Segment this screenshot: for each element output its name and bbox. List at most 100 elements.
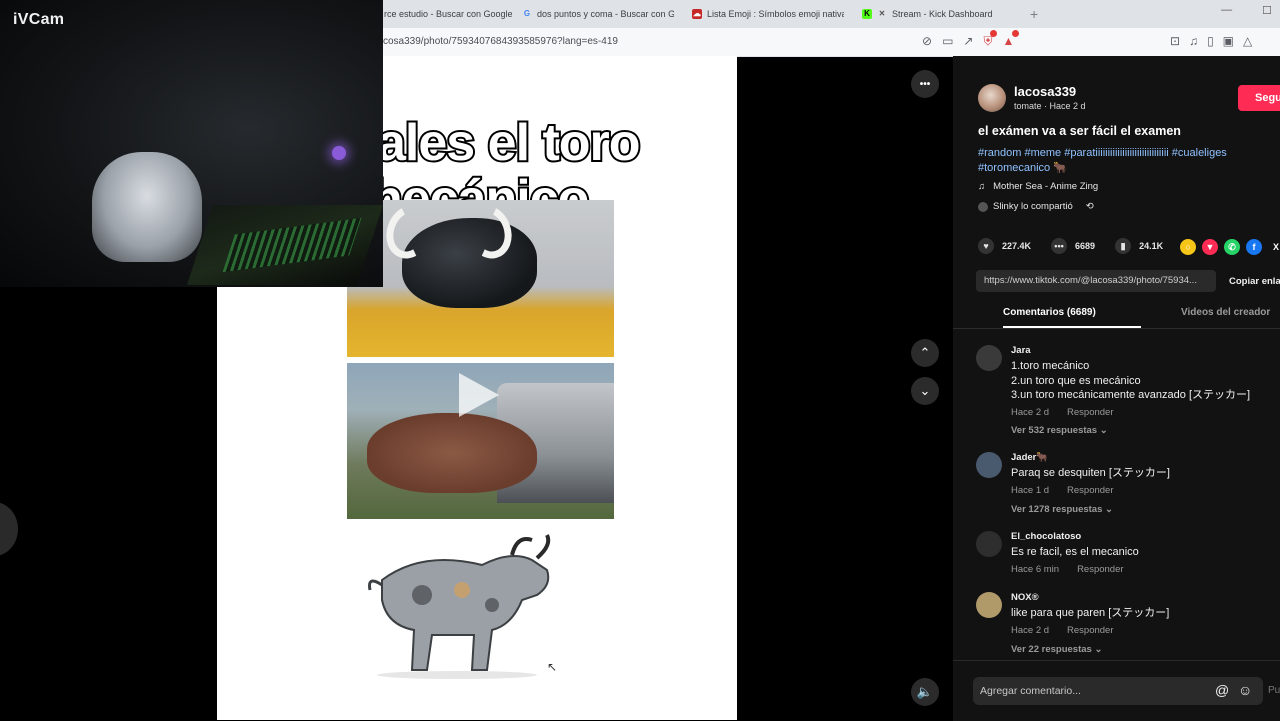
active-tab-indicator [1003, 326, 1141, 328]
comment-author[interactable]: Jader🐂 [1011, 452, 1048, 463]
reply-button[interactable]: Responder [1067, 407, 1113, 418]
tab-2-label: dos puntos y coma - Buscar con Goo [537, 9, 674, 19]
mouse-cursor-icon: ↖ [547, 660, 558, 674]
engagement-stats: ♥ 227.4K ••• 6689 ▮ 24.1K [978, 238, 1163, 254]
share-icons: ○ ▼ ✆ f X [1180, 239, 1280, 255]
comment-time: Hace 6 min [1011, 564, 1060, 575]
extensions-icon[interactable]: ⊡ [1170, 34, 1180, 48]
like-icon[interactable]: ♥ [978, 238, 994, 254]
nav-down-button[interactable]: ⌄ [911, 377, 939, 405]
address-bar-icons: ⊘ ▭ ↗ ⛨ ▲ [922, 30, 1020, 49]
view-replies-button[interactable]: Ver 532 respuestas ⌄ [1011, 425, 1108, 436]
post-hashtags[interactable]: #random #meme #paratiiiiiiiiiiiiiiiiiiii… [978, 146, 1268, 176]
comment-author[interactable]: NOX® [1011, 592, 1039, 603]
browser-tab-4[interactable]: K ✕ Stream - Kick Dashboard [862, 4, 1022, 24]
x-icon[interactable]: X [1268, 239, 1280, 255]
embed-share-icon[interactable]: ○ [1180, 239, 1196, 255]
no-tracking-icon[interactable]: ⊘ [922, 34, 932, 49]
tab-creator-videos[interactable]: Videos del creador [1181, 307, 1270, 318]
facebook-icon[interactable]: f [1246, 239, 1262, 255]
browser-tab-3[interactable]: ☁ Lista Emoji : Símbolos emoji nativas c [692, 4, 844, 24]
mechanical-bull-photo [347, 200, 614, 357]
view-replies-button[interactable]: Ver 1278 respuestas ⌄ [1011, 504, 1113, 515]
minimize-icon[interactable]: — [1221, 4, 1232, 17]
music-icon[interactable]: ♫ [1189, 34, 1198, 48]
mute-icon: ✕ [878, 9, 886, 18]
tab-4-label: Stream - Kick Dashboard [892, 9, 993, 19]
volume-button[interactable]: 🔈 [911, 678, 939, 706]
like-count: 227.4K [1002, 241, 1032, 251]
comment-time: Hace 1 d [1011, 485, 1050, 496]
comment-meta: Hace 1 d Responder [1011, 485, 1114, 496]
view-replies-button[interactable]: Ver 22 respuestas ⌄ [1011, 644, 1102, 655]
shared-by-text: Slinky lo compartió [993, 201, 1073, 212]
webcam-overlay: iVCam [0, 0, 383, 287]
repost-icon: ⟲ [1085, 201, 1094, 212]
cast-icon[interactable]: ▭ [942, 34, 953, 49]
tab-1-label: rce estudio - Buscar con Google [384, 9, 512, 19]
share-icon[interactable]: ↗ [963, 34, 973, 49]
google-icon: G [523, 9, 531, 18]
comment-avatar[interactable] [976, 531, 1002, 557]
reply-button[interactable]: Responder [1067, 625, 1113, 636]
nav-up-button[interactable]: ⌃ [911, 339, 939, 367]
comment-avatar[interactable] [976, 345, 1002, 371]
tab-comments[interactable]: Comentarios (6689) [1003, 307, 1096, 318]
bull-and-car-photo [347, 363, 614, 519]
author-username[interactable]: lacosa339 [1014, 84, 1076, 99]
copy-link-button[interactable]: Copiar enla [1229, 276, 1280, 287]
webcam-label: iVCam [13, 11, 65, 28]
meme-title-line-1: ales el toro [383, 114, 643, 172]
sharer-avatar [978, 201, 988, 212]
mention-icon[interactable]: @ [1215, 682, 1229, 698]
whatsapp-icon[interactable]: ✆ [1224, 239, 1240, 255]
author-subline: tomate · Hace 2 d [1014, 101, 1086, 111]
comment-icon[interactable]: ••• [1051, 238, 1068, 254]
comment-text: like para que paren [ステッカー] [1011, 607, 1170, 619]
comment-input-placeholder[interactable]: Agregar comentario... [980, 685, 1081, 697]
comment-author[interactable]: El_chocolatoso [1011, 531, 1081, 542]
maximize-icon[interactable]: ☐ [1262, 4, 1272, 17]
share-link-field[interactable]: https://www.tiktok.com/@lacosa339/photo/… [976, 270, 1216, 292]
comment-avatar[interactable] [976, 452, 1002, 478]
bookmark-icon[interactable]: ▮ [1115, 238, 1132, 254]
rewards-icon[interactable]: ▲ [1002, 30, 1020, 49]
comment-avatar[interactable] [976, 592, 1002, 618]
author-avatar[interactable] [978, 84, 1006, 112]
tab-3-label: Lista Emoji : Símbolos emoji nativas c [707, 9, 844, 19]
comment-text: 1.toro mecánico 2.un toro que es mecánic… [1011, 360, 1251, 401]
browser-tab-2[interactable]: G dos puntos y coma - Buscar con Goo [522, 4, 674, 24]
url-field[interactable]: cosa339/photo/7593407684393585976?lang=e… [383, 36, 618, 47]
send-share-icon[interactable]: ▼ [1202, 239, 1218, 255]
post-comment-button[interactable]: Pu [1268, 685, 1280, 696]
hashtags-text[interactable]: #random #meme #paratiiiiiiiiiiiiiiiiiiii… [978, 147, 1227, 174]
comment-author[interactable]: Jara [1011, 345, 1031, 356]
brave-shield-icon[interactable]: ⛨ [983, 30, 998, 49]
comment-meta: Hace 2 d Responder [1011, 407, 1114, 418]
comment-text: Paraq se desquiten [ステッカー] [1011, 467, 1170, 479]
audio-overlay-text: ano Animezing [383, 80, 456, 92]
previous-post-button[interactable] [0, 502, 18, 556]
kick-icon: K [862, 9, 872, 19]
comment-time: Hace 2 d [1011, 407, 1050, 418]
comment-text: Es re facil, es el mecanico [1011, 546, 1139, 558]
play-icon [459, 373, 499, 417]
window-controls: — ☐ [1221, 4, 1272, 17]
leo-icon[interactable]: △ [1243, 34, 1252, 48]
robotic-bull-image [368, 534, 551, 679]
more-options-button[interactable]: ••• [911, 70, 939, 98]
emoji-site-icon: ☁ [692, 9, 702, 19]
toolbar-icons: ⊡ ♫ ▯ ▣ △ [1170, 34, 1252, 48]
music-title[interactable]: Mother Sea - Anime Zing [993, 181, 1098, 192]
sidebar-icon[interactable]: ▯ [1207, 34, 1214, 48]
emoji-icon[interactable]: ☺ [1238, 682, 1252, 698]
follow-button[interactable]: Segu [1238, 85, 1280, 111]
post-caption: el exámen va a ser fácil el examen [978, 124, 1181, 138]
comment-meta: Hace 6 min Responder [1011, 564, 1124, 575]
reply-button[interactable]: Responder [1067, 485, 1113, 496]
reply-button[interactable]: Responder [1077, 564, 1123, 575]
new-tab-button[interactable]: + [1030, 6, 1038, 22]
wallet-icon[interactable]: ▣ [1223, 34, 1234, 48]
browser-tab-1[interactable]: rce estudio - Buscar con Google [384, 4, 512, 24]
music-row[interactable]: ♫ Mother Sea - Anime Zing [978, 181, 1098, 192]
